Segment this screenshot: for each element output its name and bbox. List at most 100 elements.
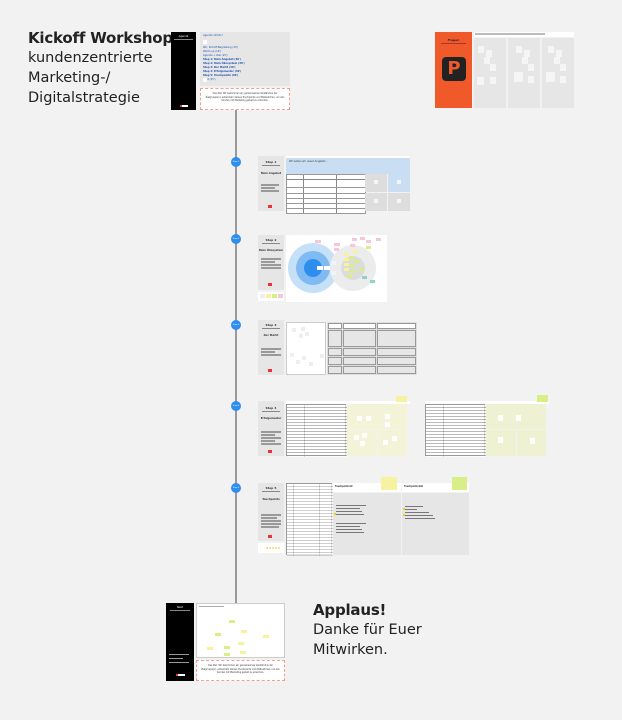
sticky-note[interactable] <box>299 334 303 338</box>
sticky-note[interactable] <box>392 436 397 441</box>
sticky-note[interactable] <box>357 416 362 421</box>
sticky-note[interactable] <box>396 396 407 402</box>
sticky-note[interactable] <box>498 437 503 443</box>
sticky-note[interactable] <box>317 266 323 270</box>
sticky-note[interactable] <box>452 477 467 490</box>
step-marker-2[interactable]: Step 2 <box>231 234 241 244</box>
sticky-note[interactable] <box>334 243 340 246</box>
step3-sidebar[interactable]: Step 3 Der Markt <box>258 320 284 375</box>
sticky-note[interactable] <box>224 653 230 656</box>
sticky-note[interactable] <box>347 275 352 278</box>
sticky-note[interactable] <box>366 416 371 421</box>
sticky-note[interactable] <box>385 414 390 419</box>
sticky-note[interactable] <box>362 276 367 279</box>
fragen-card[interactable]: Fragen P <box>435 32 472 108</box>
sticky-note[interactable] <box>554 57 560 64</box>
sticky-note[interactable] <box>349 264 354 267</box>
sticky-note[interactable] <box>556 50 562 57</box>
sticky-note[interactable] <box>241 630 247 633</box>
sticky-note[interactable] <box>354 260 359 263</box>
sticky-note[interactable] <box>334 248 339 251</box>
sticky-note[interactable] <box>484 57 490 64</box>
sticky-note[interactable] <box>477 77 484 85</box>
checkbox[interactable] <box>203 78 207 82</box>
sticky-note[interactable] <box>350 244 355 247</box>
sticky-note[interactable] <box>528 76 534 83</box>
sticky-note[interactable] <box>350 270 355 273</box>
sticky-note[interactable] <box>301 327 305 331</box>
sticky-note[interactable] <box>349 256 354 259</box>
step3-persona-board[interactable] <box>286 322 326 375</box>
sticky-note[interactable] <box>324 266 330 270</box>
sticky-note[interactable] <box>528 64 534 71</box>
sticky-note[interactable] <box>315 240 321 243</box>
sticky-note[interactable] <box>376 238 381 241</box>
touchpoint-ist-board[interactable]: Touchpoint-Ist <box>333 477 401 555</box>
sticky-note[interactable] <box>331 271 336 275</box>
agenda-sidebar[interactable]: Agenda <box>171 32 196 110</box>
sticky-note[interactable] <box>359 268 364 271</box>
sticky-note[interactable] <box>524 50 530 57</box>
sticky-note[interactable] <box>353 250 358 253</box>
step-marker-4[interactable]: Step 4 <box>231 401 241 411</box>
sticky-note[interactable] <box>383 440 388 445</box>
sticky-note[interactable] <box>490 77 496 84</box>
sticky-note[interactable] <box>514 72 523 82</box>
sticky-note[interactable] <box>215 633 221 636</box>
sticky-note[interactable] <box>292 328 296 332</box>
sticky-note[interactable] <box>374 180 378 184</box>
sticky-note[interactable] <box>374 199 378 203</box>
touchpoint-soll-board[interactable]: Touchpoint-Soll <box>402 477 469 555</box>
sticky-note[interactable] <box>302 356 306 360</box>
step5-sidebar[interactable]: Step 5 Touchpoints <box>258 483 284 541</box>
sticky-note[interactable] <box>360 441 365 446</box>
sticky-note[interactable] <box>516 415 521 421</box>
step-marker-5[interactable]: Step 5 <box>231 483 241 493</box>
sticky-note[interactable] <box>240 651 246 654</box>
sticky-note[interactable] <box>397 180 401 184</box>
sticky-note[interactable] <box>381 477 397 490</box>
sticky-note[interactable] <box>309 362 313 366</box>
step2-ecosystem-board[interactable] <box>286 235 387 302</box>
sticky-note[interactable] <box>290 353 294 357</box>
sticky-note[interactable] <box>560 64 566 71</box>
sticky-note[interactable] <box>354 435 359 440</box>
agenda-board[interactable]: Agenda 10:00-? Wir, Kickoff-Begrüßung (1… <box>200 32 290 86</box>
sticky-note[interactable] <box>352 238 357 241</box>
step-marker-1[interactable]: Step 1 <box>231 157 241 167</box>
checkbox[interactable] <box>203 40 207 44</box>
sticky-note[interactable] <box>385 422 390 427</box>
sticky-note[interactable] <box>238 642 244 645</box>
sticky-note[interactable] <box>320 354 324 358</box>
final-sidebar[interactable]: Next <box>166 603 194 681</box>
sticky-note[interactable] <box>478 46 484 53</box>
final-board[interactable] <box>196 603 285 658</box>
sticky-note[interactable] <box>229 620 235 623</box>
sticky-note[interactable] <box>224 646 230 649</box>
sticky-note[interactable] <box>305 332 309 336</box>
sticky-note[interactable] <box>362 433 367 438</box>
sticky-note[interactable] <box>522 57 528 64</box>
step2-sidebar[interactable]: Step 2 Mein Ökosystem <box>258 235 284 290</box>
sticky-note[interactable] <box>537 395 548 402</box>
sticky-note[interactable] <box>207 647 213 650</box>
sticky-note[interactable] <box>530 438 535 444</box>
sticky-note[interactable] <box>397 199 401 203</box>
step-marker-3[interactable]: Step 3 <box>231 320 241 330</box>
sticky-note[interactable] <box>366 246 371 249</box>
sticky-note[interactable] <box>296 360 300 364</box>
sticky-note[interactable] <box>370 280 375 283</box>
sticky-note[interactable] <box>546 72 555 82</box>
sticky-note[interactable] <box>486 50 492 57</box>
fragen-board[interactable] <box>474 32 574 108</box>
sticky-note[interactable] <box>490 64 496 71</box>
sticky-note[interactable] <box>548 46 554 53</box>
sticky-note[interactable] <box>516 46 522 53</box>
sticky-note[interactable] <box>263 635 269 638</box>
sticky-note[interactable] <box>344 268 349 271</box>
sticky-note[interactable] <box>331 261 336 265</box>
sticky-note[interactable] <box>560 76 566 83</box>
sticky-note[interactable] <box>360 237 365 240</box>
step4-sidebar[interactable]: Step 4 Erfolgsmuster <box>258 401 284 456</box>
sticky-note[interactable] <box>366 240 371 243</box>
